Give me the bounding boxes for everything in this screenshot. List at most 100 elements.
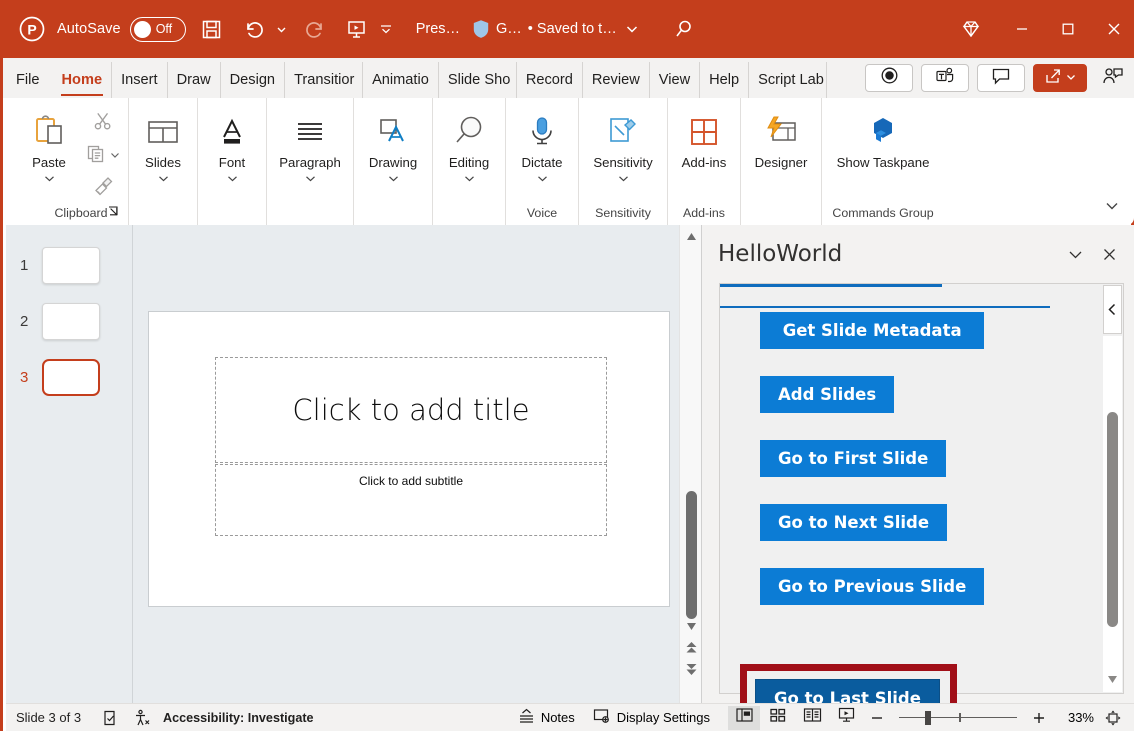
redo-icon[interactable] — [301, 14, 331, 44]
maximize-icon[interactable] — [1045, 0, 1091, 58]
title-placeholder[interactable]: Click to add title — [215, 357, 607, 463]
task-pane-close-icon[interactable] — [1092, 237, 1126, 271]
drawing-button[interactable]: Drawing — [356, 105, 430, 189]
tab-design[interactable]: Design — [221, 62, 285, 98]
account-label[interactable]: G… — [496, 21, 522, 37]
thumbnail-item-selected[interactable]: 3 — [6, 349, 132, 405]
next-slide-icon[interactable] — [680, 660, 702, 678]
font-chevron-down-icon[interactable] — [227, 171, 238, 189]
slide-sorter-button[interactable] — [762, 706, 794, 730]
thumbnail-preview[interactable] — [42, 359, 100, 396]
slide-counter[interactable]: Slide 3 of 3 — [16, 710, 81, 725]
tab-file[interactable]: File — [3, 62, 53, 98]
tab-review[interactable]: Review — [583, 62, 650, 98]
tab-help[interactable]: Help — [700, 62, 749, 98]
comments-button[interactable] — [977, 64, 1025, 92]
sensitivity-button[interactable]: Sensitivity — [581, 105, 665, 189]
task-pane-scrollbar-thumb[interactable] — [1107, 412, 1118, 627]
go-to-first-slide-button[interactable]: Go to First Slide — [760, 440, 946, 477]
close-icon[interactable] — [1091, 0, 1134, 58]
go-to-previous-slide-button[interactable]: Go to Previous Slide — [760, 568, 984, 605]
slides-button[interactable]: Slides — [131, 105, 195, 189]
notes-button[interactable]: Notes — [517, 708, 575, 727]
zoom-slider[interactable] — [899, 708, 1017, 728]
tab-animations[interactable]: Animatio — [363, 62, 439, 98]
tab-insert[interactable]: Insert — [112, 62, 168, 98]
search-icon[interactable] — [673, 18, 695, 40]
scrollbar-thumb[interactable] — [686, 491, 697, 619]
tab-view[interactable]: View — [650, 62, 700, 98]
get-slide-metadata-button[interactable]: Get Slide Metadata — [760, 312, 984, 349]
save-status-chevron-down-icon[interactable] — [625, 22, 639, 36]
dictate-chevron-down-icon[interactable] — [537, 171, 548, 189]
minimize-icon[interactable] — [999, 0, 1045, 58]
copy-button[interactable] — [86, 143, 106, 168]
paste-button[interactable]: Paste — [18, 105, 80, 189]
tab-record[interactable]: Record — [517, 62, 583, 98]
paste-chevron-down-icon[interactable] — [44, 171, 55, 189]
share-chevron-down-icon[interactable] — [1066, 69, 1076, 87]
add-ins-button[interactable]: Add-ins — [670, 105, 738, 170]
slide-canvas[interactable]: Click to add title Click to add subtitle — [148, 311, 670, 607]
previous-slide-icon[interactable] — [680, 638, 702, 656]
undo-chevron-down-icon[interactable] — [274, 14, 290, 44]
slide-vertical-scrollbar[interactable] — [679, 225, 701, 703]
thumbnail-item[interactable]: 2 — [6, 293, 132, 349]
go-to-next-slide-button[interactable]: Go to Next Slide — [760, 504, 947, 541]
font-button[interactable]: Font — [200, 105, 264, 189]
task-pane-chevron-down-icon[interactable] — [1058, 237, 1092, 271]
scroll-up-icon[interactable] — [680, 227, 702, 245]
undo-icon[interactable] — [238, 14, 268, 44]
spellcheck-icon[interactable] — [101, 709, 119, 727]
thumbnail-preview[interactable] — [42, 303, 100, 340]
scroll-down-icon[interactable] — [680, 617, 702, 635]
fit-to-window-icon[interactable] — [1100, 709, 1126, 727]
drawing-chevron-down-icon[interactable] — [388, 171, 399, 189]
tab-home[interactable]: Home — [53, 62, 113, 98]
paragraph-button[interactable]: Paragraph — [269, 105, 351, 189]
thumbnail-preview[interactable] — [42, 247, 100, 284]
ribbon-collapse-chevron-down-icon[interactable] — [1104, 198, 1120, 219]
customize-quick-access-icon[interactable] — [378, 14, 394, 44]
cut-button[interactable] — [93, 111, 113, 136]
format-painter-button[interactable] — [93, 175, 114, 201]
clipboard-dialog-launcher-icon[interactable] — [107, 205, 120, 221]
normal-view-button[interactable] — [728, 706, 760, 730]
tab-transitions[interactable]: Transitior — [285, 62, 363, 98]
tab-script-lab[interactable]: Script Lab — [749, 62, 827, 98]
add-slides-button[interactable]: Add Slides — [760, 376, 894, 413]
slides-chevron-down-icon[interactable] — [158, 171, 169, 189]
tab-draw[interactable]: Draw — [168, 62, 221, 98]
paragraph-chevron-down-icon[interactable] — [305, 171, 316, 189]
tab-slide-show[interactable]: Slide Sho — [439, 62, 517, 98]
collaborate-button[interactable] — [1095, 64, 1131, 92]
save-status[interactable]: • Saved to t… — [528, 21, 617, 37]
slideshow-button[interactable] — [830, 706, 862, 730]
thumbnail-item[interactable]: 1 — [6, 237, 132, 293]
autosave-toggle[interactable]: Off — [130, 17, 186, 42]
subtitle-placeholder[interactable]: Click to add subtitle — [215, 464, 607, 536]
editing-chevron-down-icon[interactable] — [464, 171, 475, 189]
accessibility-status[interactable]: Accessibility: Investigate — [163, 711, 314, 725]
share-button[interactable] — [1033, 64, 1087, 92]
save-icon[interactable] — [197, 14, 227, 44]
editing-button[interactable]: Editing — [435, 105, 503, 189]
display-settings-button[interactable]: Display Settings — [593, 708, 710, 727]
teams-button[interactable] — [921, 64, 969, 92]
reading-view-button[interactable] — [796, 706, 828, 730]
zoom-out-icon[interactable] — [864, 711, 890, 725]
start-presentation-icon[interactable] — [342, 14, 372, 44]
sensitivity-chevron-down-icon[interactable] — [618, 171, 629, 189]
copy-chevron-down-icon[interactable] — [110, 147, 120, 165]
show-taskpane-button[interactable]: Show Taskpane — [830, 105, 936, 170]
document-name[interactable]: Pres… — [416, 21, 460, 37]
zoom-in-icon[interactable] — [1026, 711, 1052, 725]
designer-button[interactable]: Designer — [743, 105, 819, 170]
diamond-icon[interactable] — [943, 0, 999, 58]
accessibility-icon[interactable] — [133, 709, 151, 727]
slide-thumbnail-panel[interactable]: 1 2 3 — [6, 225, 133, 703]
task-pane-scrollbar[interactable] — [1103, 336, 1122, 692]
zoom-level[interactable]: 33% — [1060, 710, 1094, 725]
zoom-handle[interactable] — [925, 711, 931, 725]
dictate-button[interactable]: Dictate — [508, 105, 576, 189]
